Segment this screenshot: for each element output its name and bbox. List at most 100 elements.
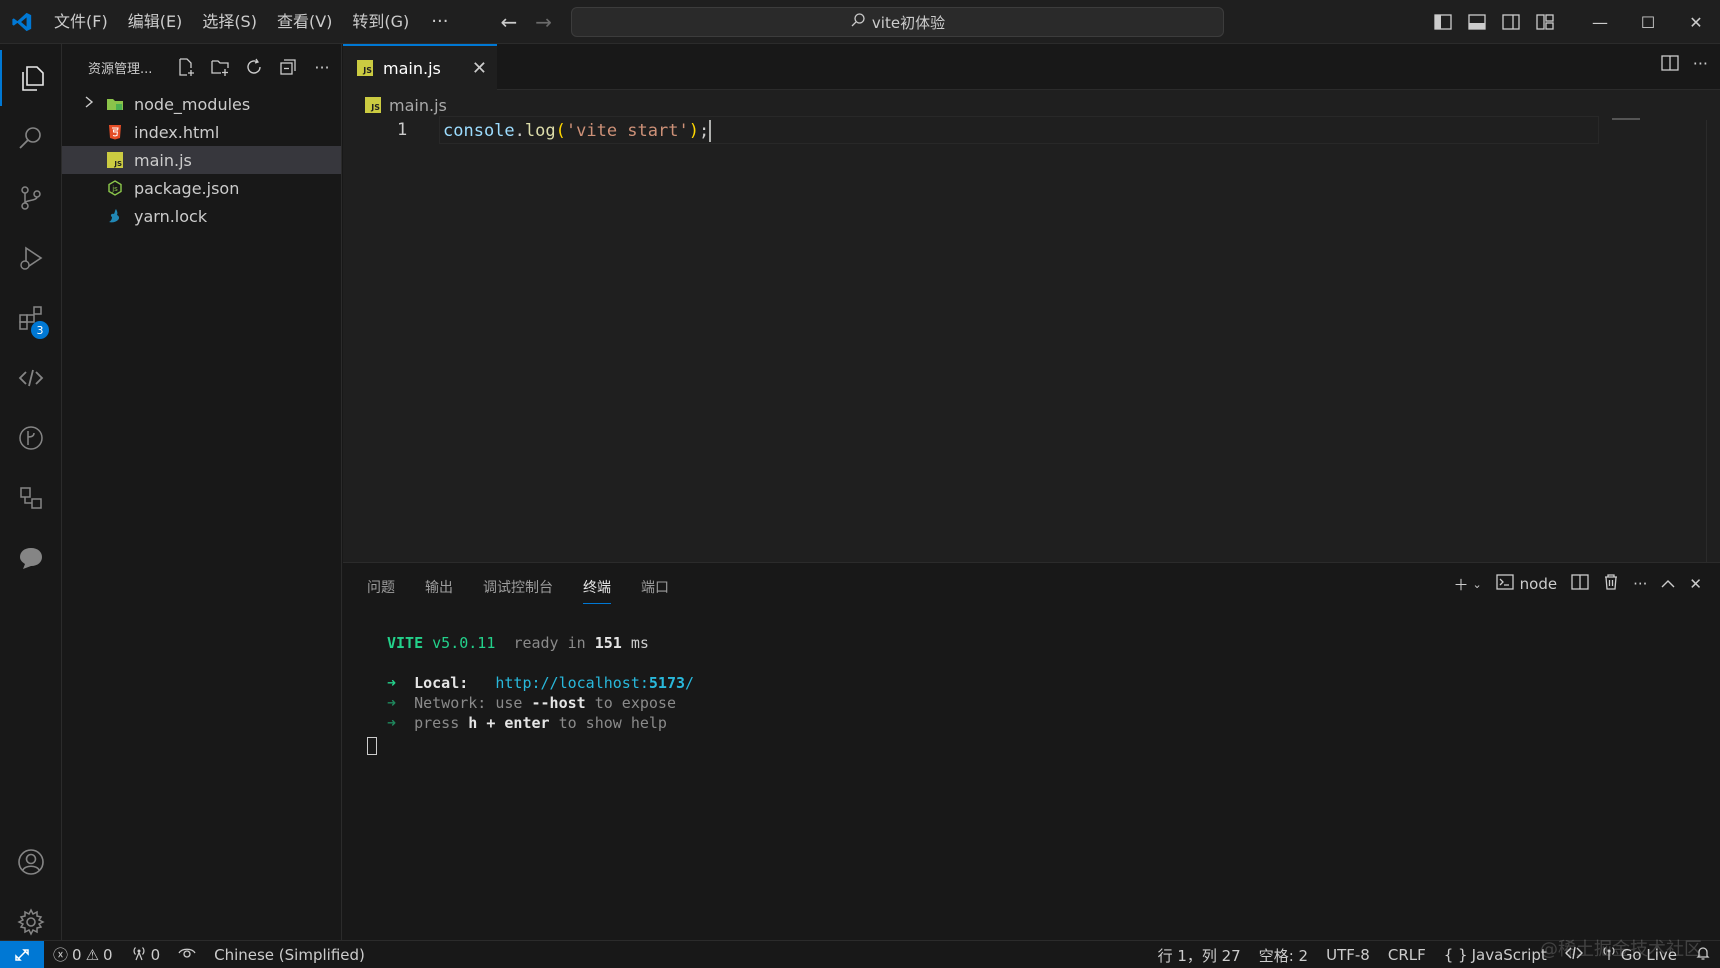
refresh-icon[interactable] bbox=[242, 55, 266, 79]
tab-label: main.js bbox=[383, 58, 441, 78]
toggle-panel-icon[interactable] bbox=[1460, 0, 1494, 44]
language-pack-status[interactable]: Chinese (Simplified) bbox=[205, 946, 374, 964]
new-folder-icon[interactable] bbox=[208, 55, 232, 79]
close-panel-icon[interactable]: ✕ bbox=[1689, 575, 1702, 593]
run-debug-icon[interactable] bbox=[0, 230, 62, 286]
chat-icon[interactable] bbox=[0, 530, 62, 586]
tab-debug-console[interactable]: 调试控制台 bbox=[483, 577, 553, 604]
remote-explorer-icon[interactable] bbox=[0, 350, 62, 406]
menu-view[interactable]: 查看(V) bbox=[267, 0, 342, 44]
js-icon: JS bbox=[365, 97, 381, 113]
terminal-cursor bbox=[367, 737, 377, 755]
language-mode-label: JavaScript bbox=[1471, 946, 1547, 964]
html-icon bbox=[106, 123, 124, 141]
breadcrumb-file[interactable]: main.js bbox=[389, 96, 447, 115]
maximize-panel-icon[interactable] bbox=[1661, 575, 1675, 593]
warning-icon: ⚠ bbox=[85, 945, 100, 964]
code-token-object: console bbox=[443, 121, 515, 141]
close-window-icon[interactable]: ✕ bbox=[1672, 0, 1720, 44]
code-editor[interactable]: 1 console.log('vite start'); bbox=[343, 116, 1720, 562]
eol-status[interactable]: CRLF bbox=[1379, 946, 1435, 964]
menu-edit[interactable]: 编辑(E) bbox=[118, 0, 193, 44]
panel-tab-bar: 问题 输出 调试控制台 终端 端口 bbox=[367, 577, 669, 604]
language-mode-status[interactable]: { } JavaScript bbox=[1435, 946, 1556, 964]
term-arrow: ➜ bbox=[387, 714, 397, 732]
code-token-paren-open: ( bbox=[555, 121, 566, 141]
trash-icon[interactable] bbox=[1603, 573, 1619, 595]
problems-status[interactable]: ⓧ 0 ⚠ 0 bbox=[44, 944, 122, 965]
term-local-port[interactable]: 5173 bbox=[649, 674, 685, 692]
split-terminal-icon[interactable] bbox=[1571, 573, 1589, 595]
menu-file[interactable]: 文件(F) bbox=[44, 0, 118, 44]
menu-go[interactable]: 转到(G) bbox=[342, 0, 419, 44]
extensions-icon[interactable]: 3 bbox=[0, 290, 62, 346]
term-local-url-suffix[interactable]: / bbox=[685, 674, 694, 692]
tree-item-yarn-lock[interactable]: yarn.lock bbox=[62, 202, 341, 230]
term-local-label: Local: bbox=[414, 674, 469, 692]
customize-layout-icon[interactable] bbox=[1528, 0, 1562, 44]
term-help-tail: to show help bbox=[558, 714, 667, 732]
tree-item-node-modules[interactable]: node_modules bbox=[62, 90, 341, 118]
extensions-badge: 3 bbox=[31, 321, 49, 339]
menu-more-button[interactable]: ··· bbox=[419, 11, 460, 32]
editor-scrollbar[interactable] bbox=[1706, 120, 1720, 562]
explorer-icon[interactable] bbox=[0, 50, 62, 106]
term-h-enter: h + enter bbox=[468, 714, 550, 732]
explorer-more-button[interactable]: ··· bbox=[310, 55, 334, 79]
tab-terminal[interactable]: 终端 bbox=[583, 577, 611, 604]
tab-output[interactable]: 输出 bbox=[425, 577, 453, 604]
editor-more-icon[interactable]: ··· bbox=[1693, 54, 1708, 76]
close-tab-icon[interactable]: ✕ bbox=[472, 58, 487, 79]
new-file-icon[interactable] bbox=[174, 55, 198, 79]
ports-status[interactable]: 0 bbox=[122, 945, 170, 965]
term-vite: VITE bbox=[387, 634, 424, 652]
forward-arrow-icon[interactable]: → bbox=[535, 10, 552, 34]
toggle-secondary-sidebar-icon[interactable] bbox=[1494, 0, 1528, 44]
command-center-search[interactable]: vite初体验 bbox=[571, 7, 1224, 37]
menu-selection[interactable]: 选择(S) bbox=[192, 0, 267, 44]
structure-icon[interactable] bbox=[0, 470, 62, 526]
back-arrow-icon[interactable]: ← bbox=[500, 10, 517, 34]
source-control-icon[interactable] bbox=[0, 170, 62, 226]
tree-item-main-js[interactable]: JS main.js bbox=[62, 146, 341, 174]
toggle-primary-sidebar-icon[interactable] bbox=[1426, 0, 1460, 44]
remote-indicator-icon[interactable] bbox=[0, 940, 44, 968]
folder-icon bbox=[106, 95, 124, 113]
eye-status[interactable] bbox=[169, 946, 205, 964]
code-line[interactable]: console.log('vite start'); bbox=[443, 120, 712, 142]
braces-icon: { } bbox=[1443, 946, 1468, 964]
accounts-icon[interactable] bbox=[0, 834, 62, 890]
minimap[interactable] bbox=[1612, 118, 1640, 120]
tree-item-package-json[interactable]: js package.json bbox=[62, 174, 341, 202]
term-arrow: ➜ bbox=[387, 674, 397, 692]
search-view-icon[interactable] bbox=[0, 110, 62, 166]
terminal-instance[interactable]: node bbox=[1496, 574, 1557, 594]
indentation-status[interactable]: 空格: 2 bbox=[1250, 945, 1317, 966]
term-local-url-prefix[interactable]: http://localhost: bbox=[495, 674, 649, 692]
tree-item-index-html[interactable]: index.html bbox=[62, 118, 341, 146]
cursor-position-status[interactable]: 行 1，列 27 bbox=[1149, 945, 1250, 966]
split-editor-icon[interactable] bbox=[1661, 54, 1679, 76]
maximize-icon[interactable]: ☐ bbox=[1624, 0, 1672, 44]
bottom-panel: 问题 输出 调试控制台 终端 端口 ＋ ⌄ node ··· ✕ VITE v5… bbox=[343, 562, 1720, 940]
terminal-output[interactable]: VITE v5.0.11 ready in 151 ms ➜ Local: ht… bbox=[387, 633, 694, 733]
term-network-label: Network: bbox=[414, 694, 487, 712]
js-icon: JS bbox=[106, 151, 124, 169]
activity-bar: 3 bbox=[0, 44, 62, 940]
search-icon bbox=[850, 12, 866, 32]
new-terminal-icon[interactable]: ＋ bbox=[1453, 574, 1468, 595]
encoding-status[interactable]: UTF-8 bbox=[1317, 946, 1379, 964]
tab-ports[interactable]: 端口 bbox=[641, 577, 669, 604]
minimize-icon[interactable]: — bbox=[1576, 0, 1624, 44]
line-number: 1 bbox=[397, 120, 408, 140]
tab-main-js[interactable]: JS main.js ✕ bbox=[343, 44, 497, 90]
eye-icon bbox=[178, 946, 196, 964]
chevron-down-icon[interactable]: ⌄ bbox=[1472, 578, 1481, 591]
collapse-all-icon[interactable] bbox=[276, 55, 300, 79]
panel-more-icon[interactable]: ··· bbox=[1633, 575, 1647, 593]
svg-text:js: js bbox=[111, 185, 118, 193]
tab-problems[interactable]: 问题 bbox=[367, 577, 395, 604]
tree-item-label: main.js bbox=[134, 150, 192, 170]
code-token-paren-close: ) bbox=[688, 121, 699, 141]
git-graph-icon[interactable] bbox=[0, 410, 62, 466]
